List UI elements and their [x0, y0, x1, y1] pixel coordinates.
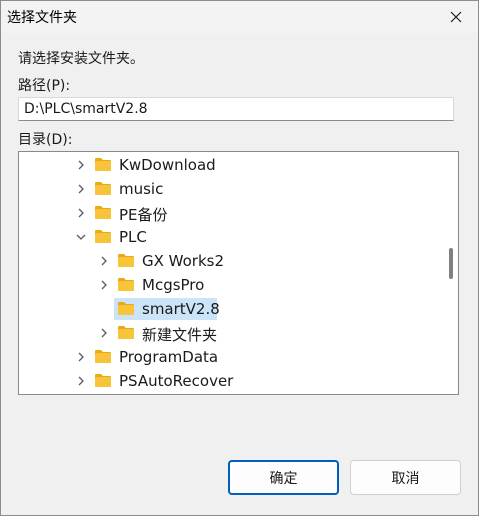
tree-item[interactable]: music [19, 177, 439, 201]
chevron-right-icon[interactable] [75, 159, 87, 171]
instruction-text: 请选择安装文件夹。 [18, 51, 144, 67]
title-bar: 选择文件夹 [1, 1, 478, 33]
tree-item-label: PSAutoRecover [119, 372, 234, 390]
cancel-button[interactable]: 取消 [350, 460, 461, 495]
tree-item[interactable]: smartV2.8 [19, 297, 439, 321]
tree-item-label: PLC [119, 228, 147, 246]
tree-item[interactable]: PSAutoRecover [19, 369, 439, 393]
folder-icon [95, 182, 111, 195]
folder-icon [95, 350, 111, 363]
close-icon [450, 11, 462, 23]
folder-icon [118, 302, 134, 315]
ok-button[interactable]: 确定 [228, 460, 339, 495]
chevron-right-icon[interactable] [75, 183, 87, 195]
tree-item[interactable]: ProgramData [19, 345, 439, 369]
tree-item-label: GX Works2 [142, 252, 225, 270]
tree-item-label: PE备份 [119, 206, 168, 224]
close-button[interactable] [444, 5, 468, 29]
tree-scrollbar[interactable] [441, 152, 458, 394]
folder-icon [95, 374, 111, 387]
tree-item[interactable]: GX Works2 [19, 249, 439, 273]
path-label: 路径(P): [18, 78, 71, 94]
chevron-right-icon[interactable] [75, 351, 87, 363]
tree-item[interactable]: McgsPro [19, 273, 439, 297]
folder-icon [118, 326, 134, 339]
directory-tree[interactable]: KwDownload music PE备份 PLC GX Works2 McgsPro sm… [18, 151, 459, 395]
tree-item-label: KwDownload [119, 156, 216, 174]
chevron-right-icon[interactable] [75, 375, 87, 387]
chevron-down-icon[interactable] [75, 231, 87, 243]
scrollbar-thumb[interactable] [449, 248, 453, 279]
tree-item[interactable]: PLC [19, 225, 439, 249]
folder-icon [95, 206, 111, 219]
directory-label: 目录(D): [18, 132, 73, 148]
tree-item[interactable]: KwDownload [19, 153, 439, 177]
tree-item[interactable]: PE备份 [19, 201, 439, 225]
window-title: 选择文件夹 [7, 10, 77, 26]
chevron-right-icon[interactable] [98, 327, 110, 339]
select-folder-dialog: 选择文件夹 请选择安装文件夹。 路径(P): 目录(D): KwDownload… [0, 0, 479, 516]
chevron-right-icon[interactable] [98, 279, 110, 291]
folder-icon [95, 230, 111, 243]
chevron-right-icon[interactable] [98, 255, 110, 267]
tree-item-label: 新建文件夹 [142, 326, 218, 344]
tree-item-label: music [119, 180, 164, 198]
folder-icon [118, 278, 134, 291]
tree-item-label: ProgramData [119, 348, 219, 366]
folder-icon [95, 158, 111, 171]
tree-item[interactable]: 新建文件夹 [19, 321, 439, 345]
path-input[interactable] [18, 97, 454, 121]
tree-item-label: McgsPro [142, 276, 205, 294]
chevron-right-icon[interactable] [75, 207, 87, 219]
folder-icon [118, 254, 134, 267]
tree-item-label: smartV2.8 [142, 300, 220, 318]
